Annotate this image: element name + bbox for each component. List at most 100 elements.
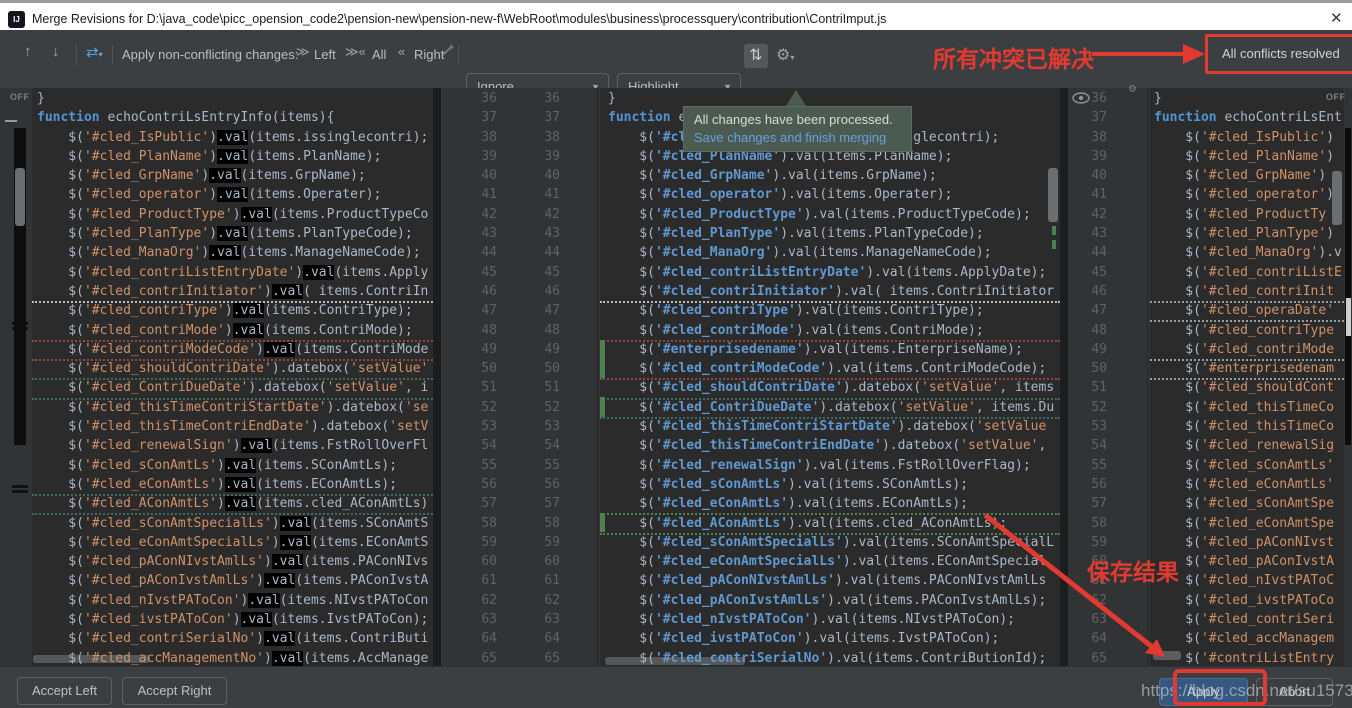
code-line: $('#cled_PlanName') [1154,147,1344,166]
code-line: $('#cled_sConAmtSpecialLs').val(items.SC… [37,514,433,533]
line-number: 55 [1064,456,1107,475]
line-number: 62 [455,591,497,610]
code-line: $('#cled_thisTimeCo [1154,398,1344,417]
merge-finished-tooltip: All changes have been processed. Save ch… [683,106,912,152]
line-number: 46 [455,282,497,301]
line-number: 41 [1064,185,1107,204]
code-line: } [37,89,433,108]
line-number: 50 [518,359,560,378]
code-line: $('#cled_GrpName').val(items.GrpName); [37,166,433,185]
close-icon[interactable]: ✕ [1330,9,1343,27]
code-line: $('#cled_contriMode').val(items.ContriMo… [608,321,1060,340]
line-number: 50 [455,359,497,378]
code-line: $('#cled_contriInit [1154,282,1344,301]
code-line: function echoContriLsEntryInfo(items){ [37,108,433,127]
line-number: 41 [455,185,497,204]
line-number: 44 [1064,243,1107,262]
gear-icon[interactable]: ⚙▾ [776,45,794,65]
line-number: 38 [455,128,497,147]
line-number: 53 [518,417,560,436]
apply-all-chevron-icon[interactable]: ≫« [345,44,366,60]
line-number: 63 [518,610,560,629]
sync-scrolling-icon[interactable]: ⇅ [744,44,768,68]
left-code[interactable]: }function echoContriLsEntryInfo(items){ … [37,89,433,666]
line-number: 40 [1064,166,1107,185]
next-change-button[interactable]: ↓ [52,43,60,60]
accept-left-button[interactable]: Accept Left [17,677,112,705]
code-line: $('#cled_operator').val(items.Operater); [37,185,433,204]
line-number: 51 [518,378,560,397]
previous-change-button[interactable]: ↑ [24,43,32,60]
line-number: 49 [1064,340,1107,359]
result-line-numbers-left: 3637383940414243444546474849505152535455… [455,89,497,667]
panel-divider[interactable] [433,88,441,666]
line-number: 57 [518,494,560,513]
annotation-arrowhead [1183,44,1205,64]
code-line: $('#enterprisedename').val(items.Enterpr… [608,340,1060,359]
code-line: $('#cled_eConAmtLs' [1154,475,1344,494]
line-number: 56 [455,475,497,494]
line-number: 38 [1064,128,1107,147]
code-line: $('#cled_PlanType') [1154,224,1344,243]
line-number: 61 [455,571,497,590]
fold-marker[interactable] [5,120,17,122]
code-line: $('#cled_ManaOrg').val(items.ManageNameC… [37,243,433,262]
code-line: $('#enterprisedenam [1154,359,1344,378]
code-line: $('#cled_pAConNIvstAmlLs').val(items.PAC… [37,552,433,571]
accept-right-button[interactable]: Accept Right [122,677,227,705]
code-line: $('#cled_thisTimeContriEndDate').datebox… [37,417,433,436]
line-number: 46 [1064,282,1107,301]
line-number: 37 [518,108,560,127]
code-line: $('#cled_contriType [1154,321,1344,340]
magic-resolve-icon[interactable] [440,42,456,58]
line-number: 39 [1064,147,1107,166]
line-number: 40 [518,166,560,185]
line-number: 53 [1064,417,1107,436]
line-number: 49 [455,340,497,359]
line-number: 50 [1064,359,1107,378]
code-line: $('#cled_ProductType').val(items.Product… [608,205,1060,224]
code-line: $('#cled_thisTimeContriEndDate').datebox… [608,436,1060,455]
code-line: $('#cled_ivstPAToCon').val(items.IvstPAT… [37,610,433,629]
code-line: $('#cled_GrpName').val(items.GrpName); [608,166,1060,185]
code-line: $('#cled_AConAmtLs').val(items.cled_ACon… [37,494,433,513]
apply-right-chevron-icon[interactable]: « [398,44,405,59]
annotation-box-resolved [1205,34,1352,74]
line-number: 56 [1064,475,1107,494]
apply-left-chevron-icon[interactable]: ≫ [296,44,310,60]
gear-icon[interactable]: ⚙ [1128,84,1137,95]
line-number: 52 [518,398,560,417]
code-line: $('#cled_eConAmtSpecialLs').val(items.EC… [37,533,433,552]
line-number: 51 [1064,378,1107,397]
line-number: 54 [518,436,560,455]
code-line: $('#cled_ManaOrg').v [1154,243,1344,262]
eye-icon[interactable] [1072,92,1090,104]
apply-non-conflicting-label: Apply non-conflicting changes: [122,47,298,62]
code-line: $('#cled_contriListE [1154,263,1344,282]
code-line: $('#cled_thisTimeContriStartDate').dateb… [37,398,433,417]
line-number: 38 [518,128,560,147]
line-number: 48 [1064,321,1107,340]
code-line: function echoContriLsEnt [1154,108,1344,127]
apply-left-button[interactable]: Left [314,47,336,62]
save-and-finish-link[interactable]: Save changes and finish merging [694,130,886,145]
apply-all-button[interactable]: All [372,47,386,62]
code-line: $('#cled_contriType').val(items.ContriTy… [37,301,433,320]
code-line: $('#cled_sConAmtLs').val(items.SConAmtLs… [37,456,433,475]
code-line: $('#cled_shouldContriDate').datebox('set… [608,378,1060,397]
code-line: $('#cled_contriListEntryDate').val(items… [608,263,1060,282]
code-line: $('#cled_operaDate' [1154,301,1344,320]
apply-all-non-conflicting-icon[interactable]: ⇄▾ [86,43,103,61]
line-number: 42 [1064,205,1107,224]
line-number: 42 [455,205,497,224]
annotation-arrow [1092,52,1184,56]
line-number: 64 [455,629,497,648]
tooltip-arrow [786,90,806,106]
code-line: $('#cled_thisTimeContriStartDate').dateb… [608,417,1060,436]
left-scrollbar-thumb[interactable] [15,168,25,226]
line-number: 36 [455,89,497,108]
line-number: 61 [518,571,560,590]
line-number: 39 [455,147,497,166]
right-stripe-thumb[interactable] [1346,298,1351,336]
code-line: $('#cled_shouldCont [1154,378,1344,397]
